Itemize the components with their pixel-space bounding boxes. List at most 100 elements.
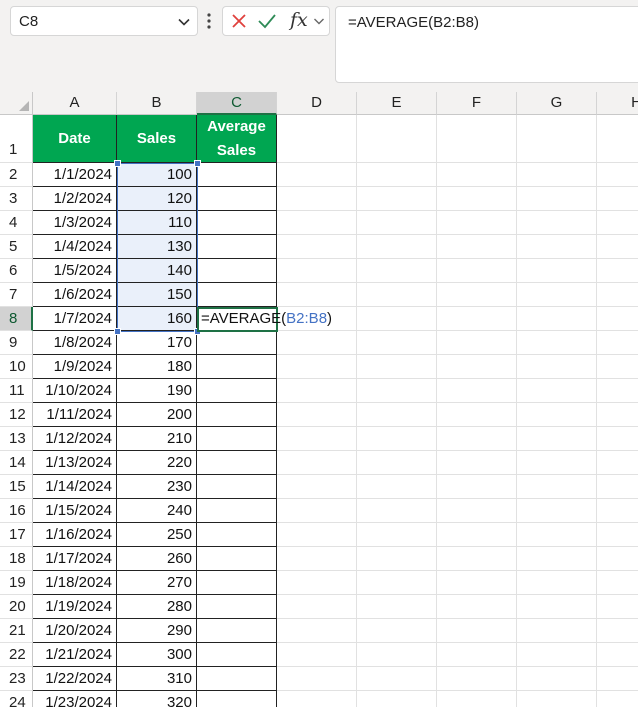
cell-b24[interactable]: 320 (117, 691, 197, 707)
row-header-13[interactable]: 13 (0, 427, 33, 451)
cell-c5[interactable] (197, 235, 277, 259)
cell-b17[interactable]: 250 (117, 523, 197, 547)
cell-a11[interactable]: 1/10/2024 (33, 379, 117, 403)
row-header-19[interactable]: 19 (0, 571, 33, 595)
cell-c3[interactable] (197, 187, 277, 211)
column-header-a[interactable]: A (33, 92, 117, 115)
cell-a16[interactable]: 1/15/2024 (33, 499, 117, 523)
row-header-2[interactable]: 2 (0, 163, 33, 187)
row-header-7[interactable]: 7 (0, 283, 33, 307)
fx-icon[interactable]: fx (290, 9, 308, 31)
cell-c6[interactable] (197, 259, 277, 283)
chevron-down-icon[interactable] (313, 15, 325, 27)
cell-a19[interactable]: 1/18/2024 (33, 571, 117, 595)
cell-c4[interactable] (197, 211, 277, 235)
row-header-21[interactable]: 21 (0, 619, 33, 643)
row-header-5[interactable]: 5 (0, 235, 33, 259)
cell-b20[interactable]: 280 (117, 595, 197, 619)
row-header-23[interactable]: 23 (0, 667, 33, 691)
cell-b22[interactable]: 300 (117, 643, 197, 667)
row-header-12[interactable]: 12 (0, 403, 33, 427)
cell-a22[interactable]: 1/21/2024 (33, 643, 117, 667)
cell-c7[interactable] (197, 283, 277, 307)
cell-b16[interactable]: 240 (117, 499, 197, 523)
column-header-b[interactable]: B (117, 92, 197, 115)
cell-c13[interactable] (197, 427, 277, 451)
worksheet-grid[interactable]: A B C D E F G H 1 2 3 4 5 6 7 8 9 10 11 12 13 14 15 16 17 18 19 20 2… (0, 92, 638, 707)
cell-c24[interactable] (197, 691, 277, 707)
row-header-17[interactable]: 17 (0, 523, 33, 547)
cell-c17[interactable] (197, 523, 277, 547)
column-header-f[interactable]: F (437, 92, 517, 115)
cell-b14[interactable]: 220 (117, 451, 197, 475)
cell-a17[interactable]: 1/16/2024 (33, 523, 117, 547)
row-header-1[interactable]: 1 (0, 115, 33, 163)
range-resize-handle[interactable] (114, 160, 121, 167)
cell-a23[interactable]: 1/22/2024 (33, 667, 117, 691)
row-header-18[interactable]: 18 (0, 547, 33, 571)
cell-b23[interactable]: 310 (117, 667, 197, 691)
header-cell-date[interactable]: Date (33, 115, 117, 163)
cell-b11[interactable]: 190 (117, 379, 197, 403)
cell-c2[interactable] (197, 163, 277, 187)
cell-c22[interactable] (197, 643, 277, 667)
cell-a5[interactable]: 1/4/2024 (33, 235, 117, 259)
cell-a24[interactable]: 1/23/2024 (33, 691, 117, 707)
cell-c16[interactable] (197, 499, 277, 523)
cell-a21[interactable]: 1/20/2024 (33, 619, 117, 643)
row-header-20[interactable]: 20 (0, 595, 33, 619)
row-header-10[interactable]: 10 (0, 355, 33, 379)
row-header-9[interactable]: 9 (0, 331, 33, 355)
cell-a8[interactable]: 1/7/2024 (33, 307, 117, 331)
row-header-3[interactable]: 3 (0, 187, 33, 211)
formula-input[interactable]: =AVERAGE(B2:B8) (335, 6, 638, 83)
cell-b18[interactable]: 260 (117, 547, 197, 571)
cell-c10[interactable] (197, 355, 277, 379)
row-header-6[interactable]: 6 (0, 259, 33, 283)
cell-a18[interactable]: 1/17/2024 (33, 547, 117, 571)
cell-edit-formula[interactable]: =AVERAGE(B2:B8) (201, 310, 332, 327)
column-header-d[interactable]: D (277, 92, 357, 115)
cell-b15[interactable]: 230 (117, 475, 197, 499)
header-cell-sales[interactable]: Sales (117, 115, 197, 163)
cell-b19[interactable]: 270 (117, 571, 197, 595)
close-icon[interactable] (231, 13, 247, 29)
cell-b21[interactable]: 290 (117, 619, 197, 643)
column-header-c[interactable]: C (197, 92, 277, 115)
cell-c11[interactable] (197, 379, 277, 403)
chevron-down-icon[interactable] (177, 15, 191, 29)
cell-a15[interactable]: 1/14/2024 (33, 475, 117, 499)
cell-c19[interactable] (197, 571, 277, 595)
cell-a4[interactable]: 1/3/2024 (33, 211, 117, 235)
cell-b9[interactable]: 170 (117, 331, 197, 355)
cell-c20[interactable] (197, 595, 277, 619)
cell-a2[interactable]: 1/1/2024 (33, 163, 117, 187)
cell-a7[interactable]: 1/6/2024 (33, 283, 117, 307)
cell-a14[interactable]: 1/13/2024 (33, 451, 117, 475)
header-cell-average-sales[interactable]: Average Sales (197, 115, 277, 163)
cell-c21[interactable] (197, 619, 277, 643)
row-header-15[interactable]: 15 (0, 475, 33, 499)
cell-a10[interactable]: 1/9/2024 (33, 355, 117, 379)
cell-a3[interactable]: 1/2/2024 (33, 187, 117, 211)
column-header-g[interactable]: G (517, 92, 597, 115)
cell-c9[interactable] (197, 331, 277, 355)
column-header-h[interactable]: H (597, 92, 638, 115)
row-header-24[interactable]: 24 (0, 691, 33, 707)
cell-a6[interactable]: 1/5/2024 (33, 259, 117, 283)
cell-b13[interactable]: 210 (117, 427, 197, 451)
cell-c23[interactable] (197, 667, 277, 691)
cell-a9[interactable]: 1/8/2024 (33, 331, 117, 355)
row-header-14[interactable]: 14 (0, 451, 33, 475)
cell-c14[interactable] (197, 451, 277, 475)
row-header-22[interactable]: 22 (0, 643, 33, 667)
cell-c12[interactable] (197, 403, 277, 427)
row-header-11[interactable]: 11 (0, 379, 33, 403)
row-header-16[interactable]: 16 (0, 499, 33, 523)
cell-b12[interactable]: 200 (117, 403, 197, 427)
range-resize-handle[interactable] (114, 328, 121, 335)
cell-a20[interactable]: 1/19/2024 (33, 595, 117, 619)
cell-c15[interactable] (197, 475, 277, 499)
column-header-e[interactable]: E (357, 92, 437, 115)
row-header-4[interactable]: 4 (0, 211, 33, 235)
